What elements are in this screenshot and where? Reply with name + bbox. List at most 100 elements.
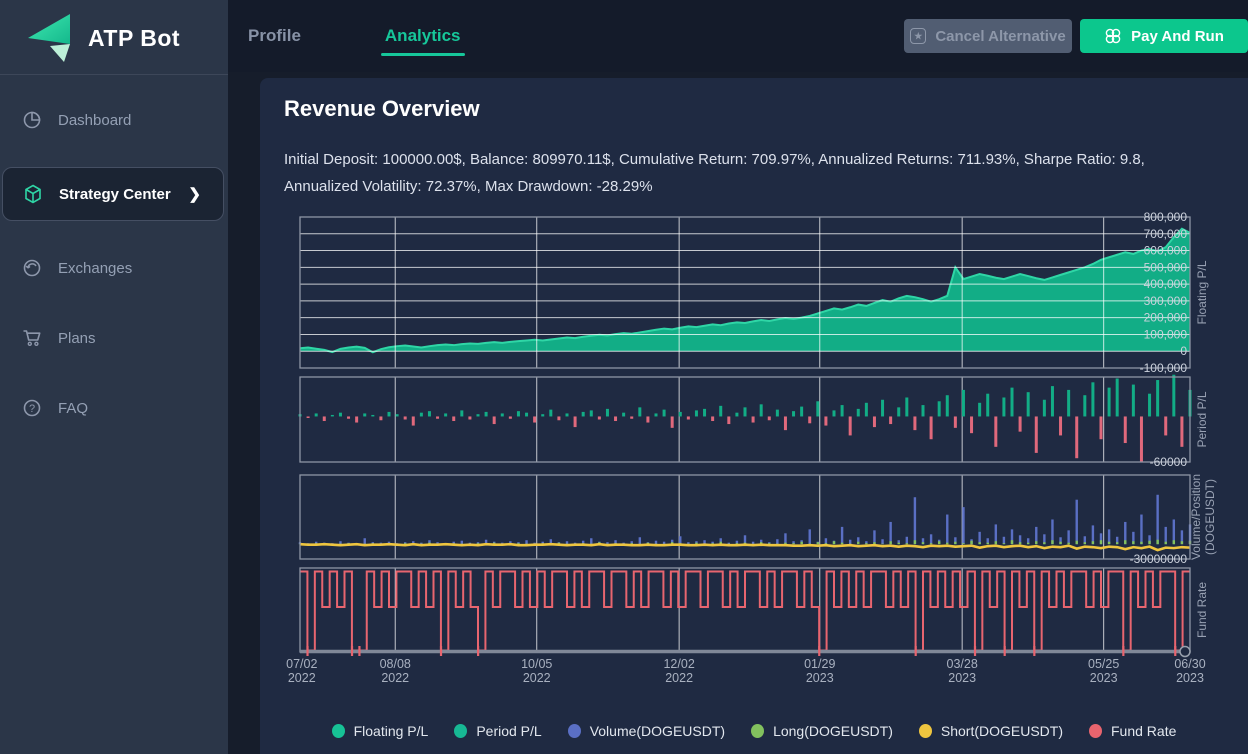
- period-pl-bar: [557, 416, 560, 420]
- axis-title: Fund Rate: [1195, 582, 1209, 638]
- svg-text:?: ?: [29, 403, 35, 415]
- period-pl-bar: [711, 416, 714, 421]
- chart-legend: Floating P/L Period P/L Volume(DOGEUSDT)…: [260, 723, 1248, 739]
- panel-border-2: [300, 377, 1190, 462]
- atpbot-logo-icon: [26, 12, 74, 64]
- slider-preview-mark: [1004, 646, 1006, 656]
- app-logo[interactable]: ATP Bot: [0, 0, 228, 74]
- slider-preview-mark: [974, 646, 976, 656]
- long-position-bar: [817, 542, 819, 544]
- long-position-bar: [978, 542, 980, 544]
- period-pl-bar: [671, 416, 674, 427]
- period-pl-bar: [1002, 397, 1005, 416]
- x-tick-year: 2022: [523, 671, 551, 685]
- period-pl-bar: [735, 413, 738, 417]
- tab-analytics[interactable]: Analytics: [381, 8, 465, 64]
- period-pl-bar: [1051, 386, 1054, 416]
- sidebar-item-faq[interactable]: ? FAQ: [2, 385, 224, 431]
- sidebar-item-strategy-center[interactable]: Strategy Center ❯: [2, 167, 224, 221]
- period-pl-bar: [420, 413, 423, 417]
- volume-bar: [1076, 500, 1078, 544]
- volume-bar: [1156, 495, 1158, 544]
- pay-and-run-button[interactable]: Pay And Run: [1080, 19, 1248, 53]
- long-position-bar: [1084, 542, 1086, 544]
- slider-preview-mark: [1122, 646, 1124, 656]
- long-position-bar: [1011, 540, 1013, 544]
- legend-item-floating-pl[interactable]: Floating P/L: [332, 723, 429, 739]
- slider-handle[interactable]: [1180, 647, 1190, 657]
- floating-ytick-label: 0: [1180, 344, 1187, 358]
- legend-item-period-pl[interactable]: Period P/L: [454, 723, 541, 739]
- axis-title: (DOGEUSDT): [1203, 479, 1217, 555]
- volume-bar: [946, 515, 948, 545]
- period-pl-bar: [744, 407, 747, 416]
- period-pl-bar: [1148, 394, 1151, 417]
- x-tick-year: 2023: [1176, 671, 1204, 685]
- period-pl-bar: [622, 413, 625, 417]
- period-pl-bar: [315, 413, 318, 416]
- period-pl-bar: [485, 412, 488, 417]
- x-tick-year: 2023: [806, 671, 834, 685]
- volume-bar: [809, 529, 811, 544]
- legend-label: Short(DOGEUSDT): [941, 723, 1063, 739]
- chevron-right-icon: ❯: [188, 185, 201, 203]
- long-position-bar: [1051, 540, 1053, 544]
- volume-bar: [930, 534, 932, 544]
- period-pl-bar: [930, 416, 933, 439]
- period-pl-bar: [841, 405, 844, 416]
- legend-label: Long(DOGEUSDT): [773, 723, 893, 739]
- period-pl-bar: [541, 414, 544, 416]
- app-window: ATP Bot Dashboard Strategy Center ❯: [0, 0, 1248, 754]
- x-tick-date: 06/30: [1174, 657, 1205, 671]
- period-pl-bar: [1124, 416, 1127, 443]
- question-circle-icon: ?: [22, 398, 42, 418]
- period-pl-bar: [444, 413, 447, 416]
- period-pl-bar: [760, 404, 763, 416]
- pay-and-run-label: Pay And Run: [1131, 28, 1224, 45]
- axis-title: Floating P/L: [1195, 260, 1209, 324]
- volume-bar: [962, 507, 964, 544]
- long-position-bar: [1067, 543, 1069, 544]
- period-pl-bar: [1043, 400, 1046, 417]
- long-position-bar: [1076, 541, 1078, 544]
- period-pl-bar: [452, 416, 455, 421]
- period-pl-bar: [574, 416, 577, 427]
- x-tick-year: 2023: [948, 671, 976, 685]
- legend-label: Fund Rate: [1111, 723, 1176, 739]
- page-title: Revenue Overview: [284, 96, 480, 122]
- period-pl-bar: [525, 413, 528, 417]
- period-pl-bar: [808, 416, 811, 423]
- exchange-arrows-icon: [22, 258, 42, 278]
- volume-bar: [881, 539, 883, 544]
- cube-icon: [23, 184, 43, 204]
- long-position-bar: [922, 542, 924, 544]
- tab-profile[interactable]: Profile: [244, 8, 305, 64]
- period-pl-bar: [1172, 375, 1175, 417]
- sidebar-item-plans[interactable]: Plans: [2, 315, 224, 361]
- sidebar-item-dashboard[interactable]: Dashboard: [2, 97, 224, 143]
- floating-ytick-label: 800,000: [1144, 210, 1188, 224]
- period-pl-bar: [857, 409, 860, 417]
- cancel-alternative-button[interactable]: ★ Cancel Alternative: [904, 19, 1072, 53]
- legend-item-fund-rate[interactable]: Fund Rate: [1089, 723, 1176, 739]
- volume-bar: [873, 530, 875, 544]
- period-pl-bar: [1164, 416, 1167, 435]
- volume-bar: [1003, 537, 1005, 544]
- long-position-bar: [1092, 541, 1094, 544]
- long-position-bar: [898, 543, 900, 544]
- app-title: ATP Bot: [88, 25, 180, 52]
- legend-item-long[interactable]: Long(DOGEUSDT): [751, 723, 893, 739]
- slider-preview-mark: [440, 646, 442, 656]
- long-position-bar: [987, 543, 989, 544]
- long-position-bar: [792, 543, 794, 544]
- floating-ytick-label: 200,000: [1144, 311, 1188, 325]
- legend-item-volume[interactable]: Volume(DOGEUSDT): [568, 723, 725, 739]
- sidebar-item-exchanges[interactable]: Exchanges: [2, 245, 224, 291]
- legend-item-short[interactable]: Short(DOGEUSDT): [919, 723, 1063, 739]
- long-position-bar: [914, 540, 916, 544]
- period-pl-bar: [978, 403, 981, 417]
- floating-ytick-label: 600,000: [1144, 244, 1188, 258]
- legend-marker-icon: [332, 724, 345, 738]
- long-position-bar: [995, 541, 997, 544]
- period-pl-bar: [1067, 390, 1070, 417]
